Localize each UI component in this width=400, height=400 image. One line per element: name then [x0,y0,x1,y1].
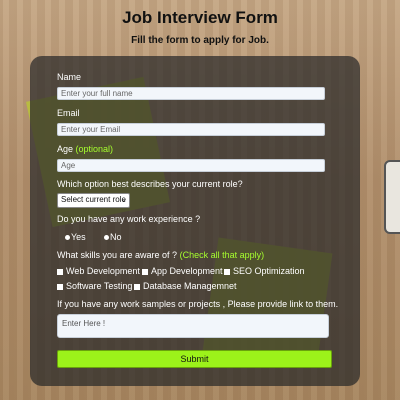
experience-option-no-label: No [110,232,122,242]
skills-question-label: What skills you are aware of ? (Check al… [57,250,264,260]
experience-option-no[interactable]: No [104,232,122,242]
skill-app-development-label: App Development [151,266,223,276]
page-title: Job Interview Form [122,8,278,27]
radio-dot-icon [104,235,109,241]
age-label-text: Age [57,144,74,154]
work-samples-label: If you have any work samples or projects… [57,299,339,309]
email-label: Email [57,108,80,118]
chevron-down-icon: ⌄ [120,195,127,204]
device-edge-decoration [384,160,400,234]
checkbox-icon [134,283,140,290]
skill-web-development-label: Web Development [66,266,140,276]
checkbox-icon [57,283,63,290]
skills-label-text: What skills you are aware of ? [57,250,178,260]
skill-web-development[interactable]: Web Development [57,266,140,276]
name-input[interactable] [57,87,325,100]
checkbox-icon [57,268,63,275]
age-label: Age (optional) [57,144,113,154]
skill-database-management[interactable]: Database Managemnet [134,281,237,291]
work-samples-textarea[interactable] [57,314,329,338]
skill-software-testing[interactable]: Software Testing [57,281,132,291]
experience-option-yes[interactable]: Yes [65,232,86,242]
page-subtitle: Fill the form to apply for Job. [131,35,269,46]
role-select-value: Select current role [61,195,126,204]
skill-database-management-label: Database Managemnet [143,281,237,291]
name-label: Name [57,72,82,82]
skill-seo-optimization-label: SEO Optimization [233,266,305,276]
radio-dot-icon [65,235,70,241]
skill-seo-optimization[interactable]: SEO Optimization [224,266,305,276]
role-question-label: Which option best describes your current… [57,179,243,189]
skill-app-development[interactable]: App Development [142,266,223,276]
checkbox-icon [224,268,230,275]
skill-software-testing-label: Software Testing [66,281,133,291]
role-select[interactable]: Select current role ⌄ [57,193,130,208]
email-input[interactable] [57,123,325,136]
submit-button[interactable]: Submit [57,350,332,368]
skills-check-all-hint: (Check all that apply) [179,250,265,260]
experience-option-yes-label: Yes [71,232,86,242]
experience-question-label: Do you have any work experience ? [57,214,201,224]
job-interview-form: Name Email Age (optional) Which option b… [30,56,360,386]
age-input[interactable] [57,159,325,172]
age-optional-hint: (optional) [75,144,114,154]
checkbox-icon [142,268,148,275]
